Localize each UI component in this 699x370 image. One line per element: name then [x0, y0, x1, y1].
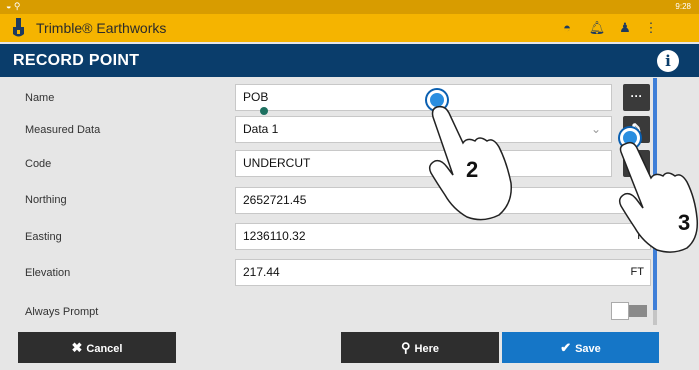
- location-pin-icon: ⚲: [401, 340, 411, 355]
- measured-data-value: Data 1: [243, 122, 279, 136]
- text-cursor-handle[interactable]: [260, 107, 268, 115]
- northing-value: 2652721.45: [243, 193, 307, 207]
- code-label: Code: [25, 158, 52, 170]
- bell-icon[interactable]: 🔔︎: [588, 20, 606, 36]
- northing-label: Northing: [25, 194, 67, 206]
- save-button[interactable]: ✔ Save: [502, 332, 659, 363]
- overflow-menu-icon[interactable]: ⋮: [642, 20, 660, 36]
- easting-label: Easting: [25, 231, 62, 243]
- status-bar: ◒ ⚲ 9:28: [0, 0, 699, 14]
- status-time: 9:28: [675, 2, 691, 11]
- cancel-button[interactable]: ✖ Cancel: [18, 332, 176, 363]
- app-title: Trimble® Earthworks: [36, 20, 167, 36]
- page-title: RECORD POINT: [13, 52, 140, 69]
- elevation-unit: FT: [630, 266, 644, 278]
- close-icon: ✖: [71, 340, 83, 355]
- info-icon[interactable]: i: [657, 50, 679, 72]
- toggle-knob: [611, 302, 629, 320]
- measured-data-label: Measured Data: [25, 124, 101, 136]
- notification-icons: ◒ ⚲: [6, 1, 21, 11]
- elevation-input[interactable]: 217.44 FT: [235, 259, 651, 286]
- chevron-down-icon: ⌄: [590, 122, 601, 136]
- page-header: RECORD POINT i: [0, 44, 699, 77]
- always-prompt-toggle[interactable]: [611, 302, 647, 320]
- step-3-label: 3: [678, 210, 691, 235]
- pointing-hand-icon: [618, 141, 699, 253]
- step-2-label: 2: [466, 157, 479, 182]
- shovel-logo-icon: [13, 18, 24, 37]
- machine-icon[interactable]: ◓: [558, 20, 576, 36]
- name-more-button[interactable]: ···: [623, 84, 650, 111]
- easting-value: 1236110.32: [243, 229, 306, 243]
- operator-icon[interactable]: ♟: [616, 20, 634, 36]
- always-prompt-label: Always Prompt: [25, 306, 99, 318]
- here-button[interactable]: ⚲ Here: [341, 332, 499, 363]
- elevation-value: 217.44: [243, 265, 280, 279]
- name-value: POB: [243, 90, 269, 104]
- checkmark-icon: ✔: [560, 340, 572, 355]
- name-label: Name: [25, 92, 55, 104]
- app-bar: Trimble® Earthworks ◓ 🔔︎ ♟ ⋮: [0, 14, 699, 42]
- code-value: UNDERCUT: [243, 156, 311, 170]
- easting-input[interactable]: 1236110.32 F: [235, 223, 651, 250]
- elevation-label: Elevation: [25, 267, 71, 279]
